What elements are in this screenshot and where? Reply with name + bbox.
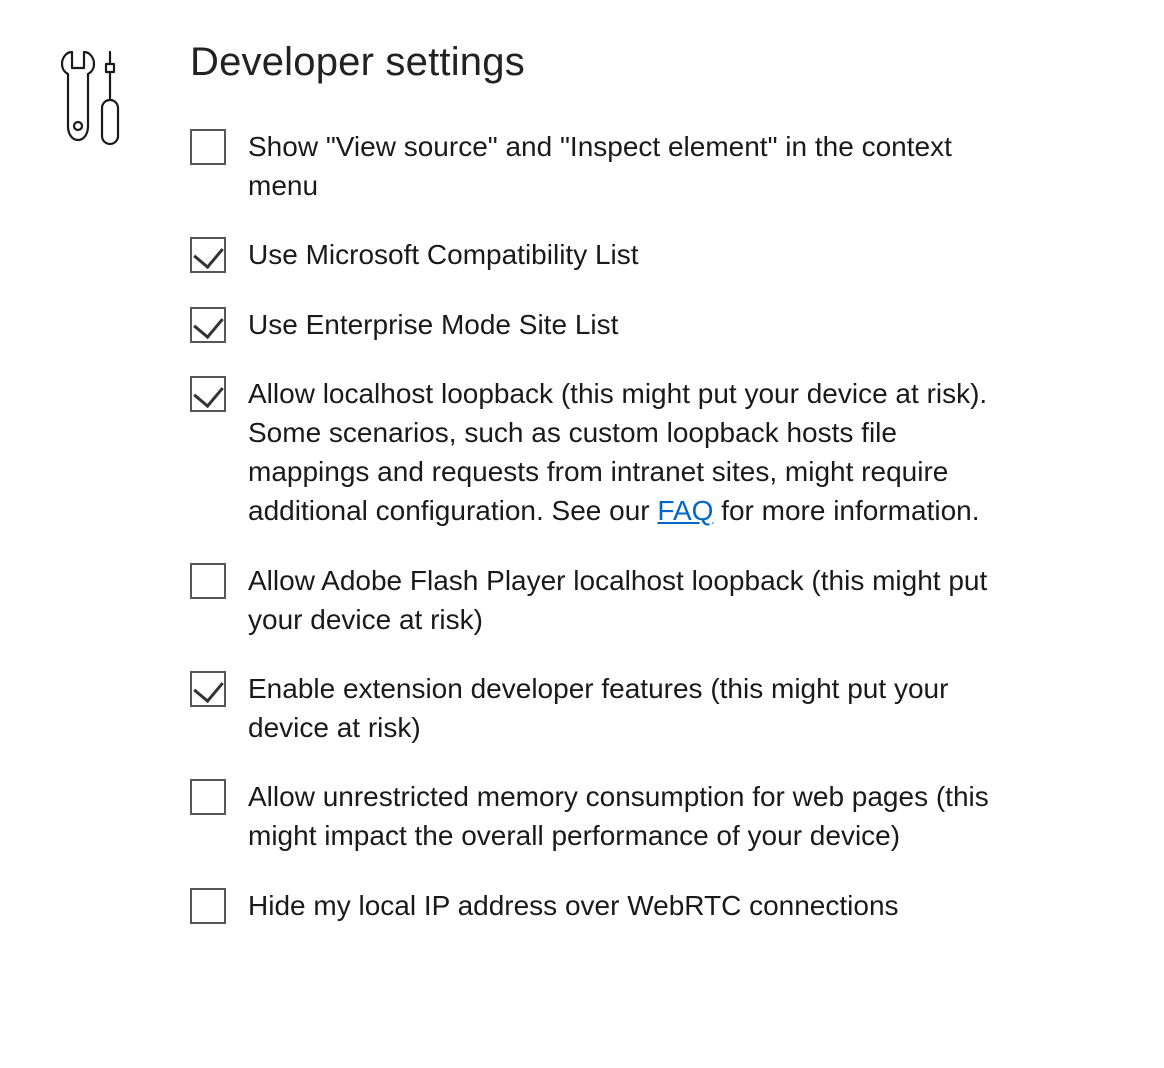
icon-column [50, 40, 130, 161]
label-use-microsoft-compat-list: Use Microsoft Compatibility List [248, 235, 639, 274]
option-allow-unrestricted-memory: Allow unrestricted memory consumption fo… [190, 777, 1010, 855]
checkbox-use-enterprise-mode-site-list[interactable] [190, 307, 226, 343]
label-allow-localhost-loopback-post: for more information. [713, 495, 979, 526]
option-enable-extension-dev-features: Enable extension developer features (thi… [190, 669, 1010, 747]
tools-icon [50, 143, 130, 160]
checkbox-enable-extension-dev-features[interactable] [190, 671, 226, 707]
label-allow-unrestricted-memory: Allow unrestricted memory consumption fo… [248, 777, 1010, 855]
label-allow-flash-loopback: Allow Adobe Flash Player localhost loopb… [248, 561, 1010, 639]
checkbox-show-view-source[interactable] [190, 129, 226, 165]
option-use-microsoft-compat-list: Use Microsoft Compatibility List [190, 235, 1010, 274]
checkbox-allow-localhost-loopback[interactable] [190, 376, 226, 412]
label-use-enterprise-mode-site-list: Use Enterprise Mode Site List [248, 305, 618, 344]
content-column: Developer settings Show "View source" an… [190, 40, 1010, 955]
page-title: Developer settings [190, 40, 1010, 85]
option-hide-local-ip-webrtc: Hide my local IP address over WebRTC con… [190, 886, 1010, 925]
option-allow-localhost-loopback: Allow localhost loopback (this might put… [190, 374, 1010, 531]
checkbox-allow-flash-loopback[interactable] [190, 563, 226, 599]
option-use-enterprise-mode-site-list: Use Enterprise Mode Site List [190, 305, 1010, 344]
faq-link[interactable]: FAQ [657, 495, 713, 526]
checkbox-hide-local-ip-webrtc[interactable] [190, 888, 226, 924]
label-hide-local-ip-webrtc: Hide my local IP address over WebRTC con… [248, 886, 899, 925]
developer-settings-panel: Developer settings Show "View source" an… [50, 40, 1114, 955]
checkbox-use-microsoft-compat-list[interactable] [190, 237, 226, 273]
option-allow-flash-loopback: Allow Adobe Flash Player localhost loopb… [190, 561, 1010, 639]
label-enable-extension-dev-features: Enable extension developer features (thi… [248, 669, 1010, 747]
label-show-view-source: Show "View source" and "Inspect element"… [248, 127, 1010, 205]
checkbox-allow-unrestricted-memory[interactable] [190, 779, 226, 815]
label-allow-localhost-loopback: Allow localhost loopback (this might put… [248, 374, 1010, 531]
option-show-view-source: Show "View source" and "Inspect element"… [190, 127, 1010, 205]
